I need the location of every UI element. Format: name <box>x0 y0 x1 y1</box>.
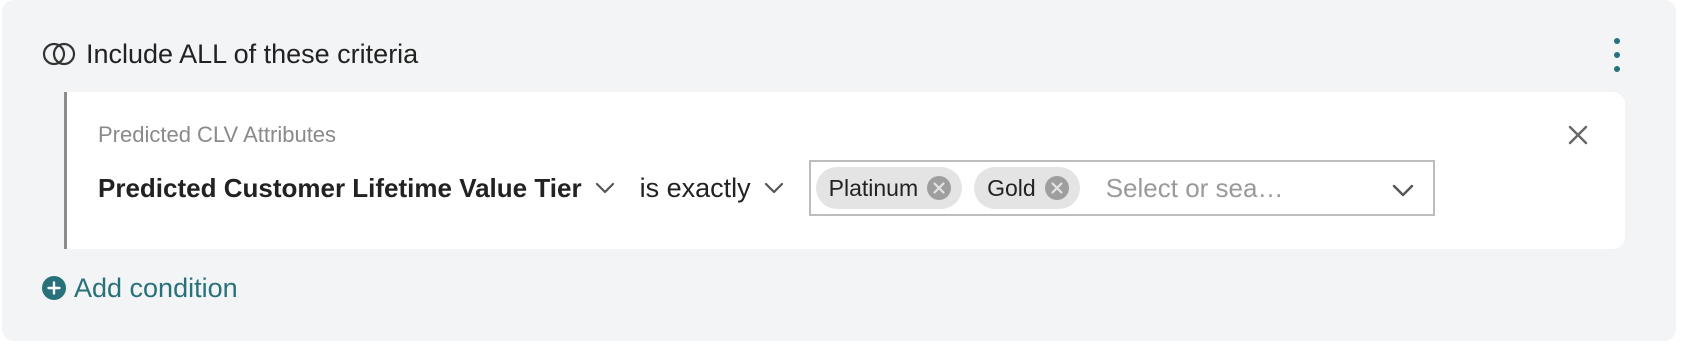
operator-label: is exactly <box>639 172 751 203</box>
circle-x-icon[interactable] <box>926 175 952 201</box>
value-chip: Gold <box>974 167 1080 209</box>
add-condition-label: Add condition <box>74 272 238 303</box>
kebab-menu-icon[interactable] <box>1610 38 1624 72</box>
circle-x-icon[interactable] <box>1044 175 1070 201</box>
chevron-down-icon <box>592 175 618 201</box>
attribute-label: Predicted Customer Lifetime Value Tier <box>98 172 582 203</box>
chip-label: Platinum <box>828 174 919 201</box>
value-chip: Platinum <box>815 167 963 209</box>
plus-circle-icon <box>42 276 66 300</box>
chevron-down-icon[interactable] <box>1389 176 1417 204</box>
group-header: Include ALL of these criteria <box>42 34 418 74</box>
value-search-input[interactable] <box>1103 171 1348 205</box>
condition-row: Predicted Customer Lifetime Value Tier i… <box>98 160 1435 216</box>
close-icon[interactable] <box>1565 122 1591 148</box>
criteria-group-panel: Include ALL of these criteria Predicted … <box>2 0 1676 341</box>
group-title: Include ALL of these criteria <box>86 38 419 69</box>
venn-icon <box>42 42 78 66</box>
operator-select[interactable]: is exactly <box>640 173 787 204</box>
value-multiselect[interactable]: Platinum Gold <box>808 160 1435 216</box>
attribute-select[interactable]: Predicted Customer Lifetime Value Tier <box>98 173 618 204</box>
add-condition-button[interactable]: Add condition <box>42 272 238 304</box>
chip-label: Gold <box>987 174 1036 201</box>
condition-card: Predicted CLV Attributes Predicted Custo… <box>64 92 1625 249</box>
chevron-down-icon <box>761 175 787 201</box>
condition-category-label: Predicted CLV Attributes <box>98 122 337 147</box>
